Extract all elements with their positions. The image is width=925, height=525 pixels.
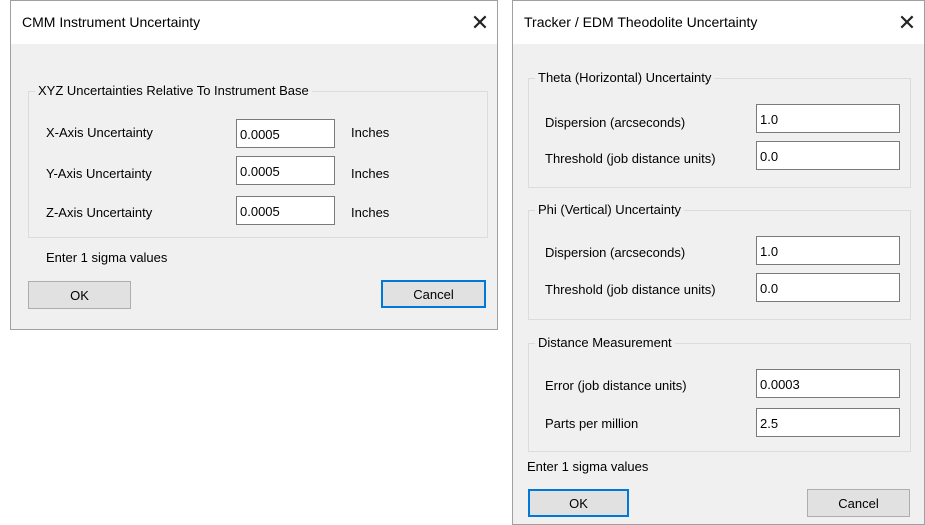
- sigma-note: Enter 1 sigma values: [527, 459, 649, 474]
- dialog-title: Tracker / EDM Theodolite Uncertainty: [524, 14, 758, 30]
- y-axis-unit: Inches: [351, 166, 390, 181]
- x-axis-uncertainty-input[interactable]: [236, 119, 335, 148]
- group-label: Distance Measurement: [535, 335, 675, 350]
- z-axis-uncertainty-input[interactable]: [236, 196, 335, 225]
- phi-threshold-label: Threshold (job distance units): [545, 282, 716, 297]
- distance-error-label: Error (job distance units): [545, 378, 687, 393]
- close-icon[interactable]: ✕: [465, 8, 495, 38]
- title-bar[interactable]: Tracker / EDM Theodolite Uncertainty ✕: [513, 1, 924, 44]
- group-label: XYZ Uncertainties Relative To Instrument…: [35, 83, 312, 98]
- theta-dispersion-input[interactable]: [756, 104, 900, 133]
- close-icon[interactable]: ✕: [892, 8, 922, 38]
- title-bar[interactable]: CMM Instrument Uncertainty ✕: [11, 1, 497, 44]
- phi-uncertainty-group: Phi (Vertical) Uncertainty: [528, 202, 911, 320]
- phi-dispersion-input[interactable]: [756, 236, 900, 265]
- group-label: Phi (Vertical) Uncertainty: [535, 202, 685, 217]
- ok-button[interactable]: OK: [528, 489, 629, 517]
- x-axis-label: X-Axis Uncertainty: [46, 125, 153, 140]
- phi-threshold-input[interactable]: [756, 273, 900, 302]
- cancel-button[interactable]: Cancel: [807, 489, 910, 517]
- theta-dispersion-label: Dispersion (arcseconds): [545, 115, 686, 130]
- sigma-note: Enter 1 sigma values: [46, 250, 168, 265]
- y-axis-label: Y-Axis Uncertainty: [46, 166, 152, 181]
- distance-error-input[interactable]: [756, 369, 900, 398]
- tracker-uncertainty-dialog: Tracker / EDM Theodolite Uncertainty ✕ T…: [512, 0, 925, 525]
- cancel-button[interactable]: Cancel: [381, 280, 486, 308]
- x-axis-unit: Inches: [351, 125, 390, 140]
- group-label: Theta (Horizontal) Uncertainty: [535, 70, 715, 85]
- phi-dispersion-label: Dispersion (arcseconds): [545, 245, 686, 260]
- cmm-uncertainty-dialog: CMM Instrument Uncertainty ✕ XYZ Uncerta…: [10, 0, 498, 330]
- z-axis-unit: Inches: [351, 205, 390, 220]
- dialog-title: CMM Instrument Uncertainty: [22, 14, 201, 30]
- theta-threshold-label: Threshold (job distance units): [545, 151, 716, 166]
- y-axis-uncertainty-input[interactable]: [236, 156, 335, 185]
- theta-threshold-input[interactable]: [756, 141, 900, 170]
- z-axis-label: Z-Axis Uncertainty: [46, 205, 153, 220]
- ok-button[interactable]: OK: [28, 281, 131, 309]
- ppm-input[interactable]: [756, 408, 900, 437]
- theta-uncertainty-group: Theta (Horizontal) Uncertainty: [528, 70, 911, 188]
- ppm-label: Parts per million: [545, 416, 639, 431]
